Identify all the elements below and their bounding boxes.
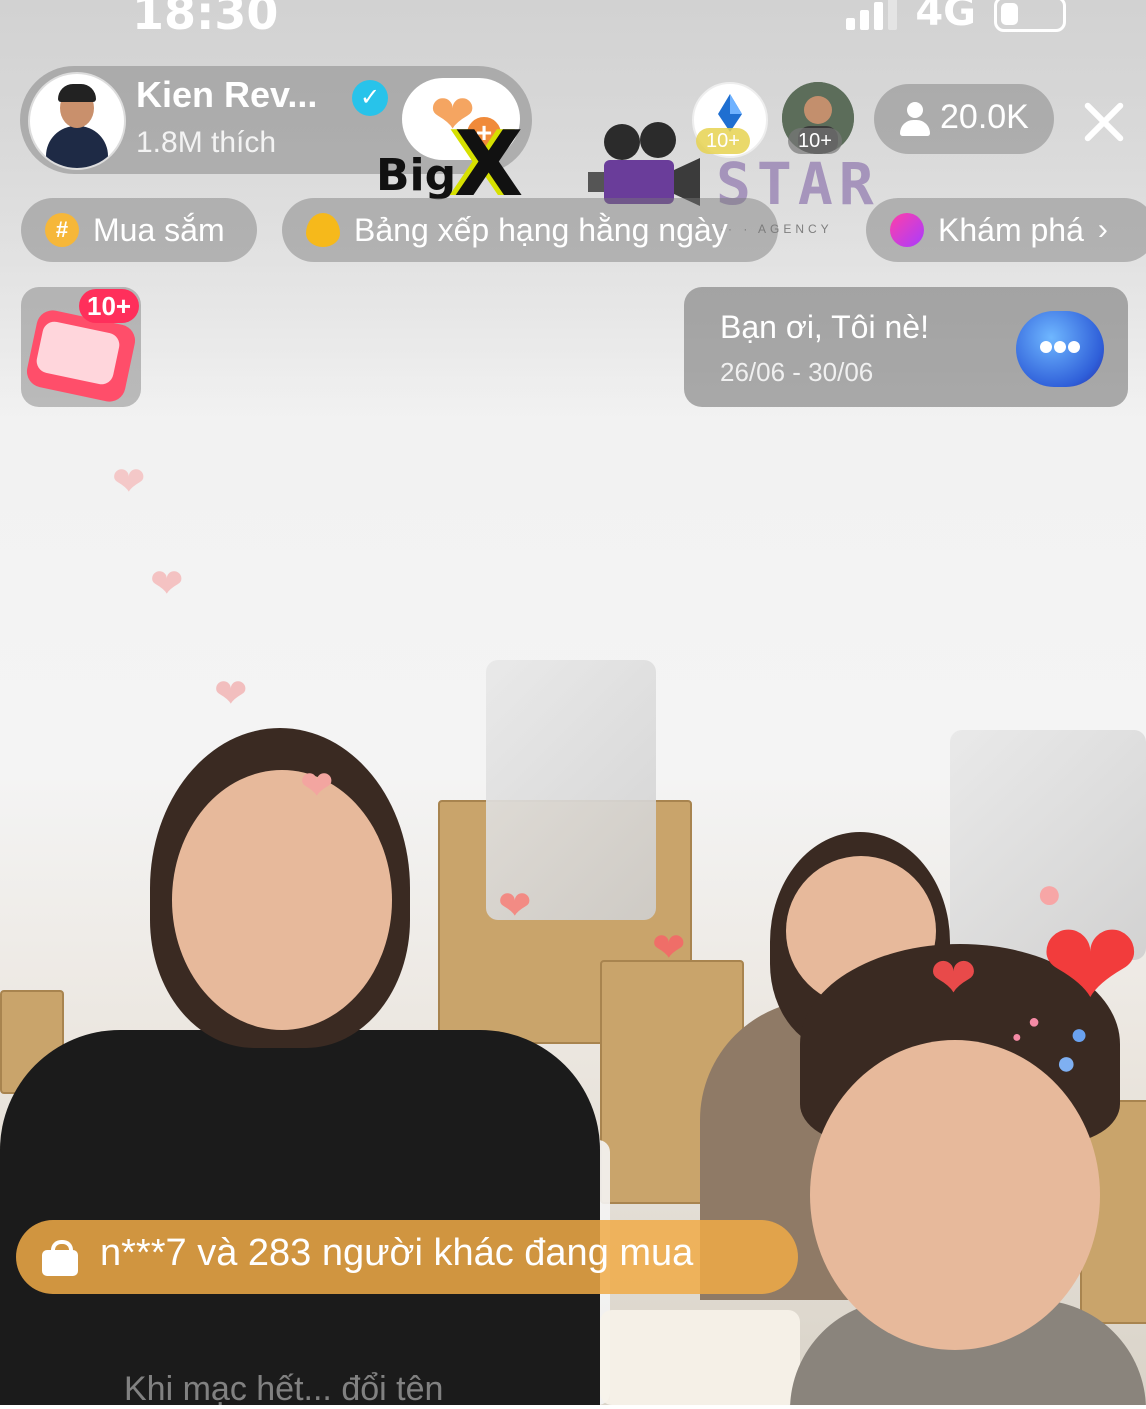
viewer-count-value: 20.0K xyxy=(940,98,1029,136)
chip-daily-ranking[interactable]: Bảng xếp hạng hằng ngày xyxy=(282,198,778,262)
gift-count-badge: 10+ xyxy=(79,289,140,323)
host-avatar[interactable] xyxy=(28,72,126,170)
floating-heart-icon: ❤ xyxy=(112,460,146,504)
host-name[interactable]: Kien Rev... xyxy=(136,74,317,116)
floating-heart-icon: ❤ xyxy=(930,946,977,1009)
gift-voucher-button[interactable]: 10+ xyxy=(21,287,141,407)
flame-icon xyxy=(306,213,340,247)
chip-label: Bảng xếp hạng hằng ngày xyxy=(354,211,728,248)
purchase-notification[interactable]: n***7 và 283 người khác đang mua xyxy=(16,1220,798,1294)
network-type: 4G xyxy=(915,0,976,35)
watermark-big: Big xyxy=(376,150,457,201)
status-time: 18:30 xyxy=(132,0,279,40)
floating-heart-icon: ❤ xyxy=(150,562,184,606)
chip-label: Khám phá xyxy=(938,211,1084,248)
viewer-rank-badge: 10+ xyxy=(788,128,842,154)
chip-shopping[interactable]: # Mua sắm xyxy=(21,198,257,262)
comment-text: Khi mạc hết... đổi tên xyxy=(124,1370,444,1408)
chip-explore[interactable]: Khám phá › xyxy=(866,198,1146,262)
product-bag xyxy=(486,660,656,920)
promo-date: 26/06 - 30/06 xyxy=(720,357,874,387)
hashtag-icon: # xyxy=(45,213,79,247)
verified-badge-icon: ✓ xyxy=(352,80,388,116)
promo-title: Bạn ơi, Tôi nè! xyxy=(720,309,929,345)
promo-banner[interactable]: Bạn ơi, Tôi nè! 26/06 - 30/06 xyxy=(684,287,1128,407)
signal-icon xyxy=(846,0,898,30)
floating-bubble-icon: ● xyxy=(1056,1044,1077,1082)
shopping-bag-icon xyxy=(42,1240,78,1276)
chat-bubble-icon xyxy=(1016,311,1104,387)
host-likes: 1.8M thích xyxy=(136,126,277,159)
floating-bubble-icon: ● xyxy=(1028,1011,1041,1033)
floating-heart-icon: ❤ xyxy=(652,926,686,970)
floating-heart-icon: ❤ xyxy=(1040,899,1141,1033)
status-indicators: 4G xyxy=(846,0,1066,32)
floating-bubble-icon: ● xyxy=(1036,869,1063,918)
planet-icon xyxy=(890,213,924,247)
viewer-rank-badge: 10+ xyxy=(696,128,750,154)
floating-heart-icon: ❤ xyxy=(300,764,334,808)
viewer-count[interactable]: 20.0K xyxy=(874,84,1054,154)
floating-bubble-icon: ● xyxy=(1012,1029,1022,1046)
product-bag xyxy=(600,1310,800,1405)
battery-icon xyxy=(994,0,1066,32)
floating-heart-icon: ❤ xyxy=(214,672,248,716)
chevron-right-icon: › xyxy=(1097,213,1108,246)
purchase-text: n***7 và 283 người khác đang mua xyxy=(100,1232,694,1274)
chip-label: Mua sắm xyxy=(93,211,225,248)
floating-heart-icon: ❤ xyxy=(498,884,532,928)
person-icon xyxy=(900,102,930,136)
watermark-x: X xyxy=(454,112,524,217)
close-button[interactable] xyxy=(1076,94,1132,150)
